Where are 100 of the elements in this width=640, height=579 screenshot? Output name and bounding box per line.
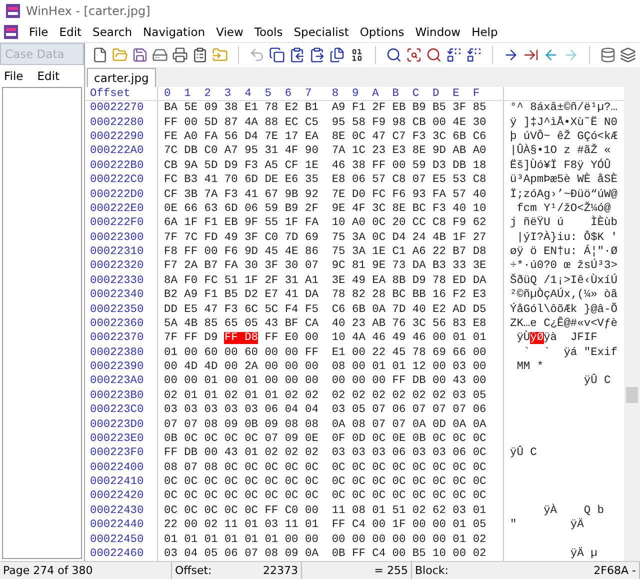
text-chars: ÿÛ C (582, 375, 611, 388)
offset-cell-text: 00022320 (89, 260, 145, 272)
hex-bytes: FF E0 00 10 4A 46 49 46 00 01 01 (264, 332, 486, 344)
hex-bytes: 7C DB C0 A7 95 31 4F 90 7A 1C 23 E3 8E 9D AB A0 (164, 145, 486, 158)
offset-cell-text: 000222F0 (89, 217, 145, 230)
column-header: 8 (332, 88, 340, 100)
printer-icon[interactable] (172, 47, 188, 63)
offset-cell-text: 00022360 (89, 318, 145, 330)
hex-bytes: 03 04 05 06 07 08 09 0A 0B FF C4 00 B5 10 00 02 (164, 548, 486, 560)
hex-bytes: 02 01 01 02 01 01 02 02 02 02 02 02 02 02 03 05 (164, 390, 486, 402)
column-header: A (372, 88, 380, 100)
offset-cell-text: 000222D0 (89, 188, 145, 201)
hex-bytes: F7 2A B7 FA 30 3F 30 07 9C 81 9E 73 DA B3 33 3E (164, 260, 486, 272)
offset-cell-text: 00022270 (89, 102, 145, 114)
text-chars: ÿà JFIF (544, 332, 598, 344)
menu-item[interactable]: Help (472, 25, 498, 39)
offset-cell-text: 00022400 (89, 462, 145, 474)
hex-bytes: F8 FF 00 F6 9D 45 4E 86 75 3A 1E C1 A6 22 B7 D8 (164, 246, 486, 258)
text-chars: ü³ApmÞæ5è WÈ åSÈ (510, 174, 618, 186)
hex-bytes: B2 A9 F1 B5 D2 E7 41 DA 78 82 28 BC BB 16 F2 E3 (164, 289, 486, 302)
text-chars: ÝåGól\ôõÆk }@â-Õ (510, 304, 618, 316)
selected-text-chars: ÿØ (530, 332, 544, 344)
hex-bytes: 07 07 08 09 0B 09 08 08 0A 08 07 07 0A 0D 0A 0A (164, 418, 486, 431)
offset-cell-text: 00022440 (89, 519, 145, 532)
offset-cell-text: 00022330 (89, 274, 145, 287)
offset-value: 22373 (263, 564, 298, 577)
save-icon[interactable] (132, 47, 148, 63)
new-file-icon[interactable] (92, 47, 108, 63)
window-title: WinHex - [carter.jpg] (26, 4, 150, 18)
column-header: 5 (264, 88, 272, 100)
text-chars: ÿÙ (516, 332, 530, 344)
hex-bytes: 08 07 08 0C 0C 0C 0C 0C 0C 0C 0C 0C 0C 0C 0C 0C (164, 462, 486, 474)
offset-cell-text: 00022420 (89, 490, 145, 502)
menu-item[interactable]: Navigation (143, 25, 206, 39)
copy-icon[interactable] (329, 47, 345, 63)
hex-bytes: 8A F0 FC 51 1F 2F 31 A1 3E 49 EA 8B D9 78 ED DA (164, 274, 486, 287)
menu-item[interactable]: Edit (59, 25, 82, 39)
offset-cell-text: 000223C0 (89, 404, 145, 416)
search-icon[interactable] (386, 47, 402, 63)
hex-bytes: 03 03 03 03 03 06 04 04 03 05 07 06 07 07 07 06 (164, 404, 486, 416)
replace-icon[interactable] (446, 47, 462, 63)
page-indicator: Page 274 of 380 (3, 564, 93, 577)
app-logo-icon (6, 4, 20, 18)
menu-item[interactable]: Edit (37, 69, 60, 83)
panel-title: Case Data (0, 43, 84, 65)
menu-item[interactable]: File (4, 69, 24, 83)
text-chars: ÿÄ µ (569, 548, 598, 560)
byte-value: = 255 (374, 564, 408, 577)
hex-bytes: 7F 7C FD 49 3F C0 7D 69 75 3A 0C D4 24 4B 1F 27 (164, 232, 486, 244)
offset-cell-text: 00022310 (89, 246, 145, 258)
offset-cell-text: 000223F0 (89, 447, 145, 460)
column-header: 6 (284, 88, 293, 100)
hex-bytes: 0C 0C 0C 0C 0C 0C 0C 0C 0C 0C 0C 0C 0C 0C 0C 0C (164, 490, 486, 502)
offset-cell-text: 00022450 (89, 534, 145, 546)
column-header: Offset (89, 88, 132, 100)
hex-bytes: 00 4D 4D 00 2A 00 00 00 08 00 01 01 12 00 03 00 (164, 361, 486, 374)
block-label: Block: (415, 564, 448, 577)
text-chars: MM * (516, 361, 544, 374)
column-header: 0 (164, 88, 172, 100)
offset-cell-text: 000222A0 (89, 145, 145, 158)
text-chars: |ýI?À}iu: Ô$K ' (516, 232, 618, 244)
text-chars: |ÛÀ§•1O z #ãŽ « (510, 145, 612, 158)
menu-item[interactable]: Window (415, 25, 461, 39)
hex-bytes: 5A 4B 85 65 05 43 BF CA 40 23 AB 76 3C 56 83 E8 (164, 318, 486, 330)
menu-item[interactable]: File (29, 25, 48, 39)
offset-cell-text: 00022280 (89, 116, 145, 129)
offset-cell-text: 000223D0 (89, 418, 145, 431)
text-chars: ÷*·ú0?0 œ žsÚ³3> (510, 260, 618, 272)
arrow-to-line-icon[interactable] (523, 47, 539, 63)
scrollbar-thumb[interactable] (626, 387, 638, 403)
hex-bytes: FF 00 5D 87 4A 88 EC C5 95 58 F9 98 CB 00 4E 30 (164, 116, 486, 129)
hex-bytes: 0C 0C 0C 0C 0C FF C0 00 11 08 01 51 02 62 03 01 (164, 504, 486, 517)
menu-item[interactable]: View (216, 25, 244, 39)
search-icon[interactable] (406, 47, 422, 63)
copy-icon[interactable] (269, 47, 285, 63)
layers-icon[interactable] (620, 47, 636, 63)
app-logo-icon[interactable] (4, 25, 18, 39)
hex-bytes: DD E5 47 F3 6C 5C F4 F5 C6 6B 0A 7D 40 E2 AD D5 (164, 304, 486, 316)
offset-cell-text: 000223B0 (89, 390, 145, 402)
clipboard-icon[interactable] (289, 47, 305, 63)
file-tab[interactable]: carter.jpg (87, 68, 156, 87)
paste-icon[interactable] (309, 47, 325, 63)
menu-item[interactable]: Search (92, 25, 132, 39)
menu-item[interactable]: Tools (254, 25, 283, 39)
hex-bytes: CF 3B 7A F3 41 67 9B 92 7E D0 FC F6 93 FA 57 40 (164, 188, 486, 201)
text-chars: ÿÀ Q b (542, 504, 604, 517)
column-header: B (392, 88, 400, 100)
column-header: 9 (352, 88, 360, 100)
hex-bytes: 01 00 60 00 60 00 00 FF E1 00 22 45 78 69 66 00 (164, 346, 486, 359)
column-header: F (472, 88, 481, 100)
text-chars: fcm Y¹/žO<Ž¼ó@ (516, 202, 611, 215)
menu-item[interactable]: Options (360, 25, 404, 39)
hex-bytes: CB 9A 5D D9 F3 A5 CF 1E 46 38 FF 00 59 D3 DB 18 (164, 160, 486, 172)
menu-item[interactable]: Specialist (294, 25, 349, 39)
text-chars: ÿ ]‡J^ìÅ•Xù˜Ë N0 (510, 116, 618, 129)
column-header: C (412, 88, 420, 100)
hex-bytes: FE A0 FA 56 D4 7E 17 EA 8E 0C 47 C7 F3 3C 6B C6 (164, 131, 486, 144)
scrollbar[interactable] (624, 87, 640, 561)
offset-label: Offset: (175, 564, 212, 577)
text-chars: þ úVÔ~ êŽ GÇó<kÆ (510, 131, 618, 144)
